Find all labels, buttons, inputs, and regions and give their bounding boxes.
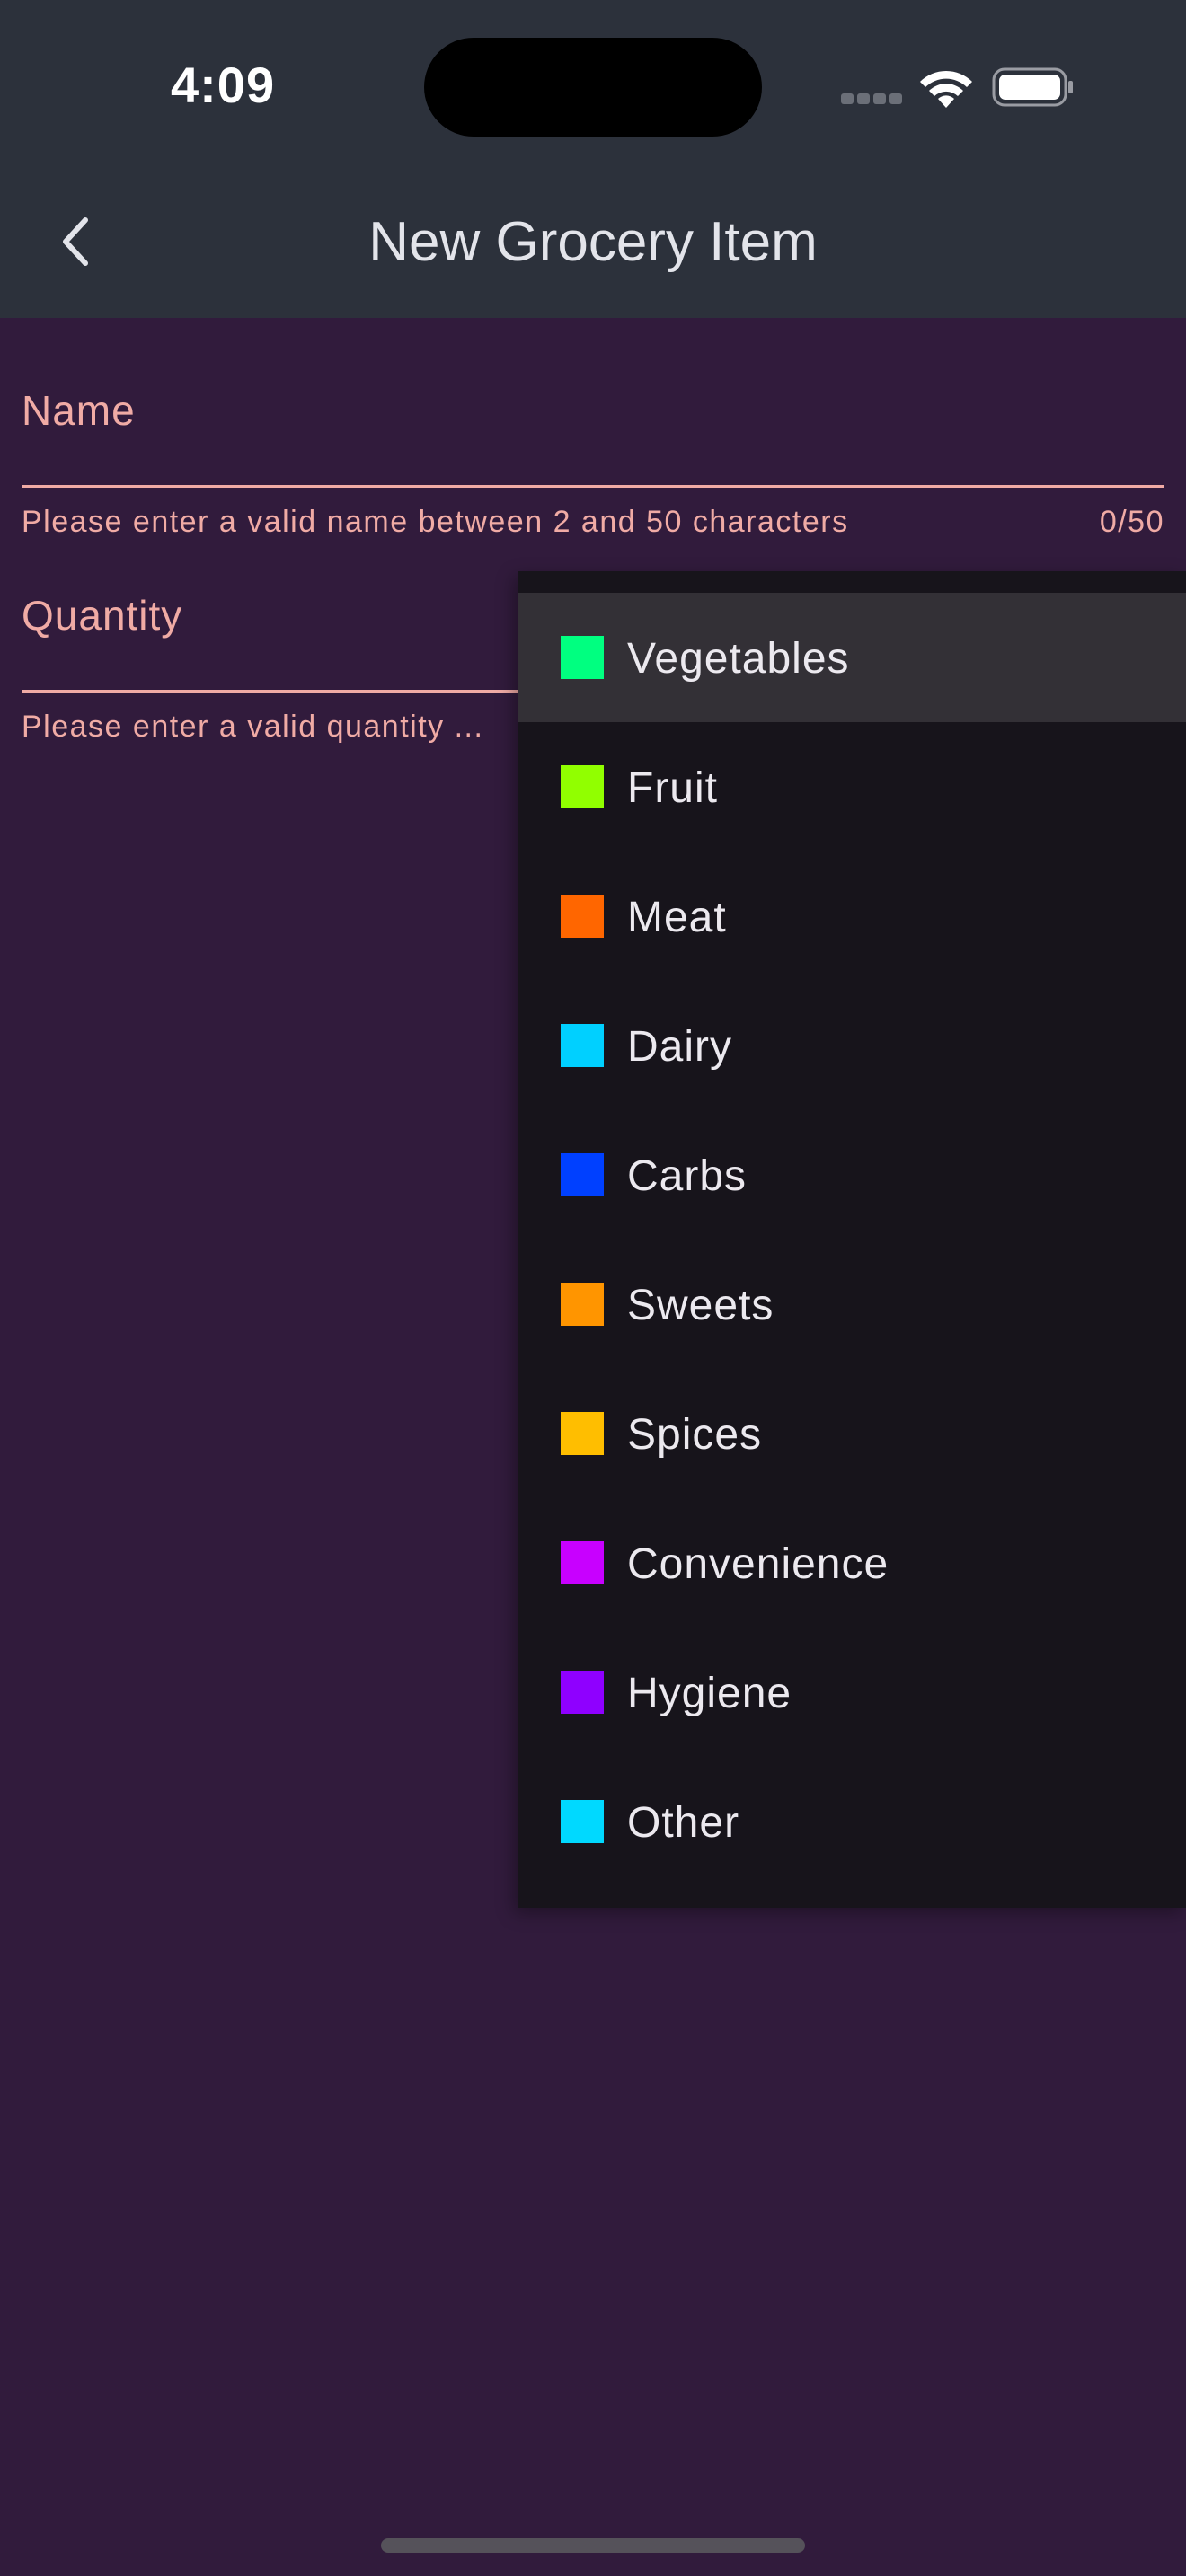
category-option-label: Fruit: [627, 764, 718, 812]
cellular-signal-icon: [841, 93, 902, 106]
wifi-icon: [920, 70, 972, 108]
category-color-swatch: [561, 636, 604, 679]
name-char-counter: 0/50: [1099, 505, 1164, 539]
category-option-fruit[interactable]: Fruit: [518, 722, 1186, 851]
category-color-swatch: [561, 1412, 604, 1455]
category-option-label: Vegetables: [627, 635, 850, 683]
category-option-label: Meat: [627, 894, 727, 941]
category-option-label: Hygiene: [627, 1670, 792, 1717]
category-color-swatch: [561, 895, 604, 938]
category-option-sweets[interactable]: Sweets: [518, 1239, 1186, 1369]
category-option-vegetables[interactable]: Vegetables: [518, 593, 1186, 722]
name-field[interactable]: Name Please enter a valid name between 2…: [22, 386, 1164, 548]
status-time: 4:09: [171, 57, 276, 113]
quantity-field-underline: [22, 690, 518, 693]
category-color-swatch: [561, 765, 604, 808]
category-color-swatch: [561, 1541, 604, 1584]
name-field-underline: [22, 485, 1164, 488]
category-color-swatch: [561, 1671, 604, 1714]
category-option-label: Dairy: [627, 1023, 733, 1071]
dynamic-island: [424, 38, 762, 137]
category-option-label: Spices: [627, 1411, 763, 1459]
category-option-carbs[interactable]: Carbs: [518, 1110, 1186, 1239]
page-title: New Grocery Item: [368, 211, 818, 273]
quantity-field-label: Quantity: [22, 592, 183, 639]
category-option-label: Carbs: [627, 1152, 748, 1200]
category-option-dairy[interactable]: Dairy: [518, 981, 1186, 1110]
category-option-label: Other: [627, 1799, 740, 1847]
category-option-meat[interactable]: Meat: [518, 851, 1186, 981]
app-bar: New Grocery Item: [0, 162, 1186, 318]
category-color-swatch: [561, 1153, 604, 1196]
name-error-text: Please enter a valid name between 2 and …: [22, 505, 849, 539]
category-color-swatch: [561, 1024, 604, 1067]
category-option-spices[interactable]: Spices: [518, 1369, 1186, 1498]
category-option-other[interactable]: Other: [518, 1757, 1186, 1886]
name-field-label: Name: [22, 387, 136, 434]
home-indicator[interactable]: [381, 2538, 805, 2553]
category-option-hygiene[interactable]: Hygiene: [518, 1628, 1186, 1757]
category-dropdown-menu: Vegetables Fruit Meat Dairy Carbs Sweets…: [518, 571, 1186, 1908]
category-option-label: Convenience: [627, 1540, 890, 1588]
quantity-error-text: Please enter a valid quantity ...: [22, 710, 484, 744]
status-bar: 4:09: [0, 0, 1186, 162]
category-option-convenience[interactable]: Convenience: [518, 1498, 1186, 1628]
quantity-field[interactable]: Quantity Please enter a valid quantity .…: [22, 591, 518, 753]
battery-icon: [992, 67, 1073, 107]
category-color-swatch: [561, 1283, 604, 1326]
category-color-swatch: [561, 1800, 604, 1843]
category-option-label: Sweets: [627, 1282, 774, 1329]
